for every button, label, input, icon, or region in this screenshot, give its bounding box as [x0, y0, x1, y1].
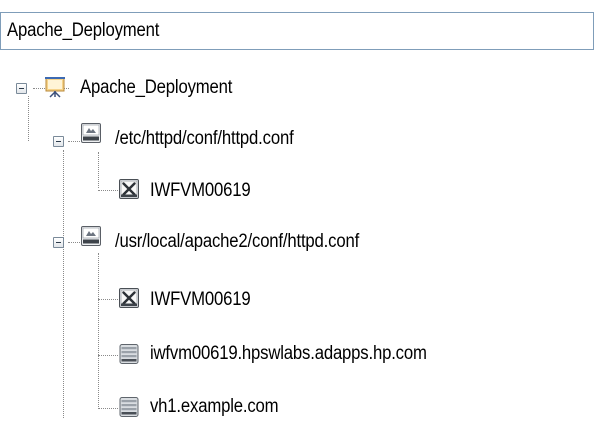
tree-connector [98, 253, 99, 409]
deployment-presentation-icon [45, 77, 65, 98]
page: Apache_Deployment Apache_Deployment /etc… [0, 0, 599, 431]
unix-host-icon [119, 179, 139, 199]
tree-node-label: Apache_Deployment [80, 77, 233, 98]
server-icon [119, 397, 139, 417]
config-file-icon [81, 226, 101, 246]
tree-connector [98, 408, 118, 409]
tree-node-label: /usr/local/apache2/conf/httpd.conf [115, 231, 360, 252]
tree-node-label: iwfvm00619.hpswlabs.adapps.hp.com [150, 343, 427, 364]
tree-node-label: IWFVM00619 [150, 180, 251, 201]
collapse-toggle-icon[interactable] [53, 136, 64, 147]
collapse-toggle-icon[interactable] [53, 237, 64, 248]
tree-node-label: vh1.example.com [150, 396, 279, 417]
tree-node-label: IWFVM00619 [150, 289, 251, 310]
collapse-toggle-icon[interactable] [16, 83, 27, 94]
tree-node-label: /etc/httpd/conf/httpd.conf [115, 128, 294, 149]
unix-host-icon [119, 288, 139, 308]
tree-connector [68, 242, 80, 243]
config-file-icon [81, 123, 101, 143]
tree-connector [68, 141, 80, 142]
tree-connector [28, 96, 29, 141]
tree-connector [98, 299, 118, 300]
tree-connector [98, 355, 118, 356]
tree-connector [98, 152, 99, 188]
server-icon [119, 344, 139, 364]
tree-connector [98, 190, 118, 191]
tree-connector [63, 150, 64, 418]
deployment-tree: Apache_Deployment /etc/httpd/conf/httpd.… [0, 0, 599, 431]
